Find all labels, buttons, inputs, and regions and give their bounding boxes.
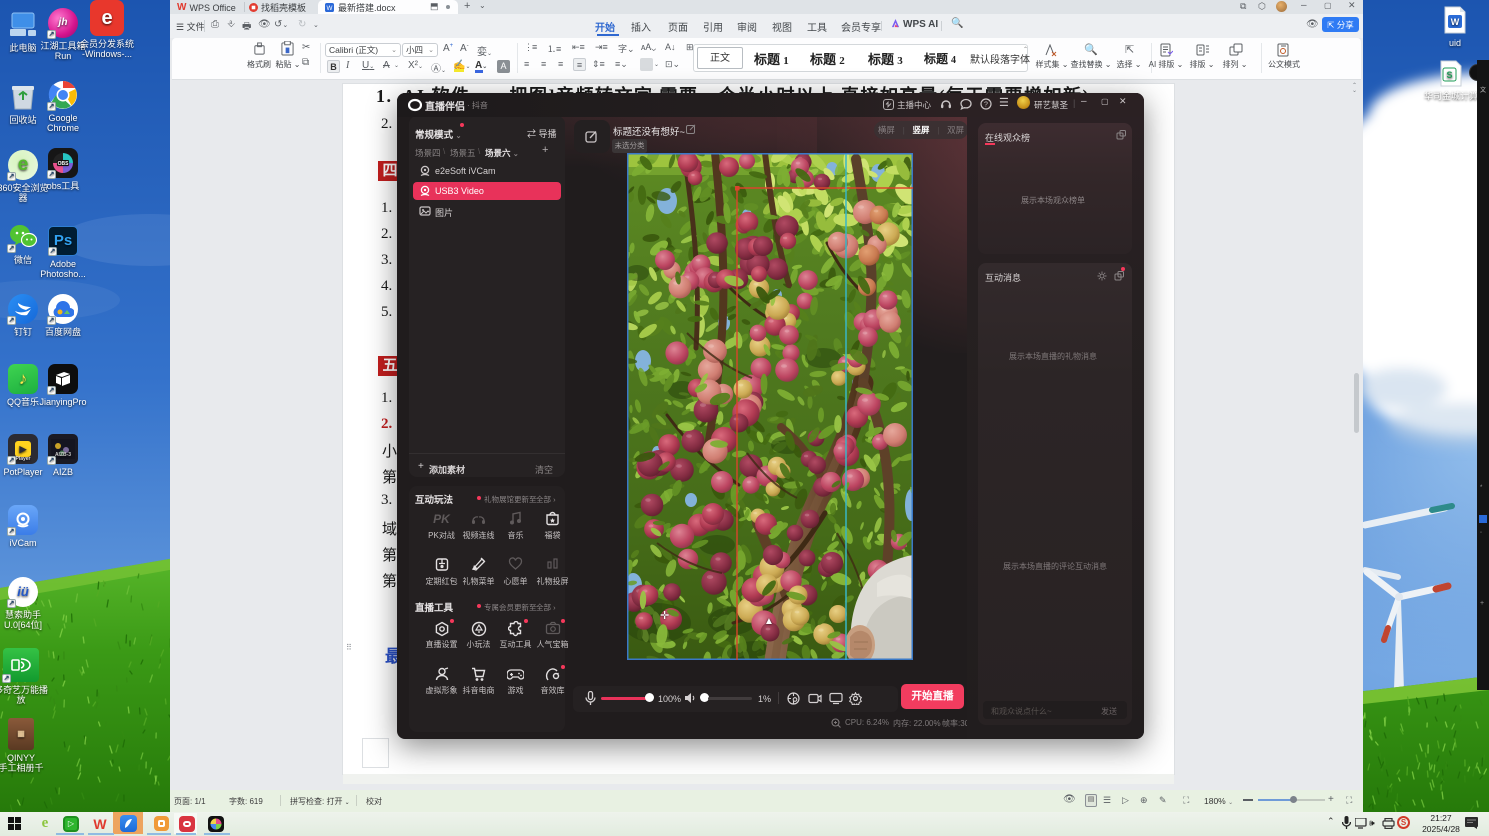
svg-text:W: W: [327, 5, 333, 12]
svg-text:OBS: OBS: [58, 161, 70, 167]
svg-text:W: W: [1451, 17, 1460, 27]
svg-text:S: S: [1446, 70, 1452, 80]
svg-text:?: ?: [984, 102, 988, 109]
svg-text:AIZB-3: AIZB-3: [55, 452, 71, 458]
